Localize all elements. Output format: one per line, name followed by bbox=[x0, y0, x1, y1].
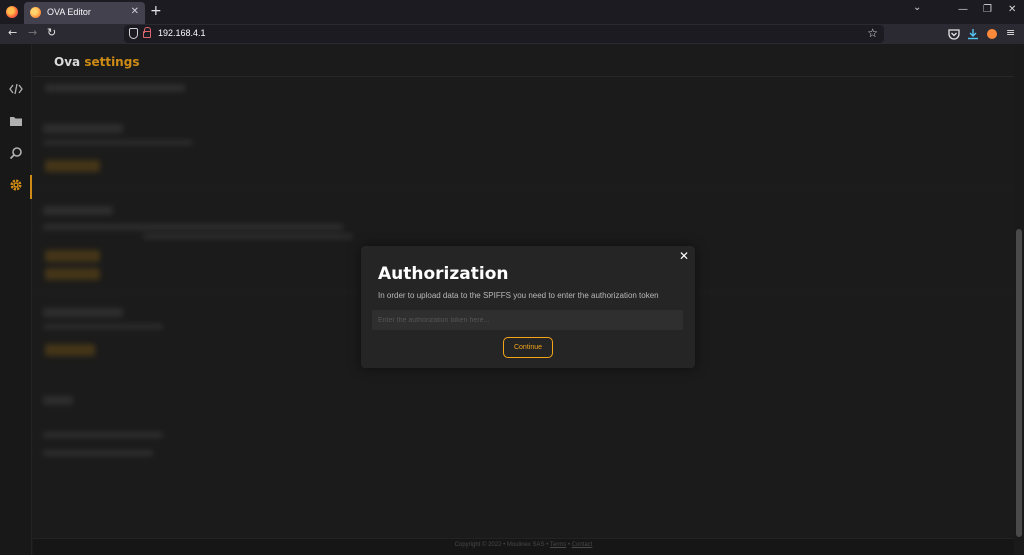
scrollbar-thumb[interactable] bbox=[1016, 229, 1022, 537]
continue-button[interactable]: Continue bbox=[503, 337, 553, 358]
browser-navbar: ← → ↻ 192.168.4.1 ☆ ≡ bbox=[0, 24, 1024, 44]
pocket-icon[interactable] bbox=[948, 28, 960, 40]
modal-close-icon[interactable]: ✕ bbox=[679, 249, 689, 263]
modal-description: In order to upload data to the SPIFFS yo… bbox=[378, 291, 659, 300]
extension-icon[interactable] bbox=[987, 29, 997, 39]
restore-button[interactable]: ❐ bbox=[983, 4, 992, 15]
firefox-logo-icon[interactable] bbox=[6, 6, 18, 18]
url-bar[interactable]: 192.168.4.1 ☆ bbox=[124, 25, 884, 43]
back-button[interactable]: ← bbox=[8, 26, 17, 39]
browser-tabstrip: OVA Editor ✕ + ⌄ — ❐ ✕ bbox=[0, 0, 1024, 24]
tab-list-dropdown-icon[interactable]: ⌄ bbox=[913, 2, 921, 13]
bookmark-star-icon[interactable]: ☆ bbox=[867, 26, 878, 40]
minimize-button[interactable]: — bbox=[958, 4, 968, 15]
new-tab-button[interactable]: + bbox=[150, 3, 162, 19]
forward-button[interactable]: → bbox=[28, 26, 37, 39]
page-viewport: Ova settings Copyright © 2022 • Moulinex… bbox=[0, 44, 1014, 555]
url-text[interactable]: 192.168.4.1 bbox=[158, 28, 206, 38]
reload-button[interactable]: ↻ bbox=[47, 26, 56, 39]
tab-favicon-icon bbox=[30, 7, 41, 18]
app-menu-button[interactable]: ≡ bbox=[1006, 26, 1015, 39]
download-icon[interactable] bbox=[967, 28, 979, 40]
tracking-shield-icon[interactable] bbox=[129, 28, 138, 39]
browser-tab[interactable]: OVA Editor ✕ bbox=[24, 2, 145, 24]
tab-title: OVA Editor bbox=[47, 7, 91, 17]
modal-title: Authorization bbox=[378, 264, 509, 284]
authorization-modal: ✕ Authorization In order to upload data … bbox=[361, 246, 695, 368]
page-scrollbar[interactable] bbox=[1014, 44, 1024, 555]
window-close-button[interactable]: ✕ bbox=[1008, 4, 1016, 15]
tab-close-icon[interactable]: ✕ bbox=[131, 6, 139, 17]
authorization-token-input[interactable] bbox=[372, 310, 683, 330]
insecure-lock-icon[interactable] bbox=[143, 27, 151, 38]
